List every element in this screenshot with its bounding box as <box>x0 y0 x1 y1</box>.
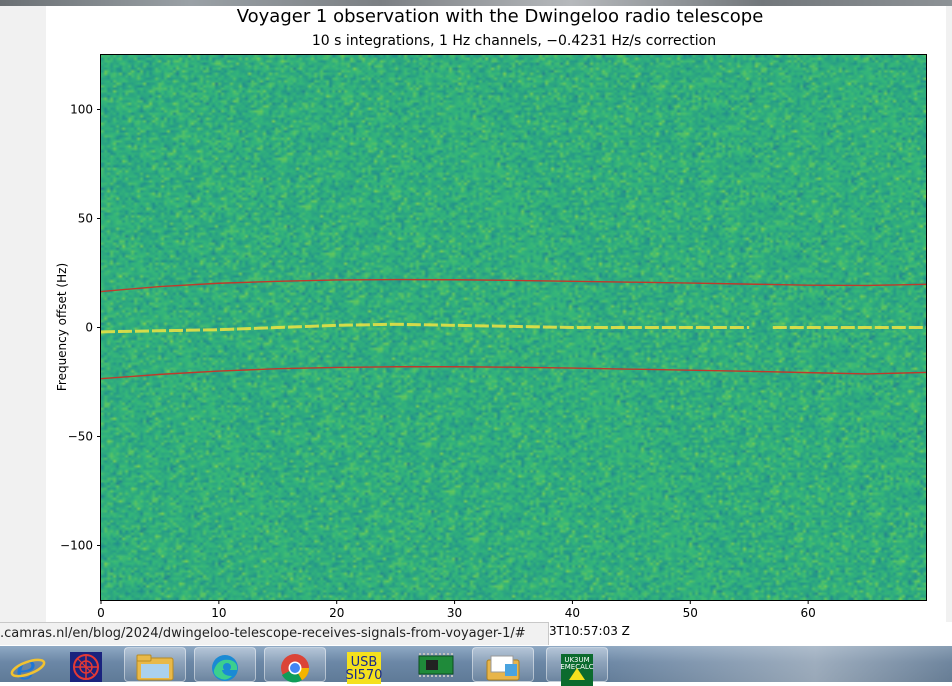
chart-subtitle: 10 s integrations, 1 Hz channels, −0.423… <box>311 33 717 49</box>
guide-line-upper <box>101 278 926 293</box>
page-right-margin <box>946 6 952 622</box>
taskbar-item-usb-tool[interactable]: USB SI570 <box>338 646 390 684</box>
taskbar-background-decoration <box>610 646 952 682</box>
taskbar-item-circuit[interactable] <box>410 646 462 682</box>
taskbar-item-windows-explorer[interactable] <box>472 647 534 682</box>
file-explorer-icon <box>136 654 174 681</box>
taskbar-item-ie[interactable]: e <box>2 646 54 682</box>
internet-explorer-icon: e <box>10 650 46 682</box>
signal-overlay <box>101 278 926 380</box>
circuit-board-icon <box>418 653 454 677</box>
taskbar-item-file-explorer[interactable] <box>124 647 186 682</box>
chrome-browser-icon <box>281 654 309 683</box>
timestamp-text: 3T10:57:03 Z <box>549 624 630 638</box>
usb-tool-icon: USB SI570 <box>346 652 383 684</box>
windows-explorer-icon <box>486 655 520 681</box>
taskbar-item-edge[interactable] <box>194 647 256 682</box>
plot-area <box>101 55 926 600</box>
edge-browser-icon <box>212 655 238 681</box>
windows-taskbar: e USB SI570 UK3UM EMECALC <box>0 646 952 686</box>
browser-status-bar: .camras.nl/en/blog/2024/dwingeloo-telesc… <box>0 622 549 645</box>
signal-trace-segment-0 <box>101 322 750 334</box>
taskbar-item-radar[interactable] <box>60 646 112 682</box>
status-url: .camras.nl/en/blog/2024/dwingeloo-telesc… <box>0 626 526 641</box>
usb-tool-label: USB SI570 <box>346 655 383 683</box>
chart-title: Voyager 1 observation with the Dwingeloo… <box>236 6 764 27</box>
y-axis-label: Frequency offset (Hz) <box>55 262 69 392</box>
radar-app-icon <box>70 652 102 682</box>
page-left-margin <box>0 6 46 622</box>
taskbar-item-chrome[interactable] <box>264 647 326 683</box>
guide-line-lower <box>101 366 926 380</box>
taskbar-item-emecalc[interactable]: UK3UM EMECALC <box>546 647 608 686</box>
uk3um-emecalc-icon: UK3UM EMECALC <box>560 654 594 686</box>
